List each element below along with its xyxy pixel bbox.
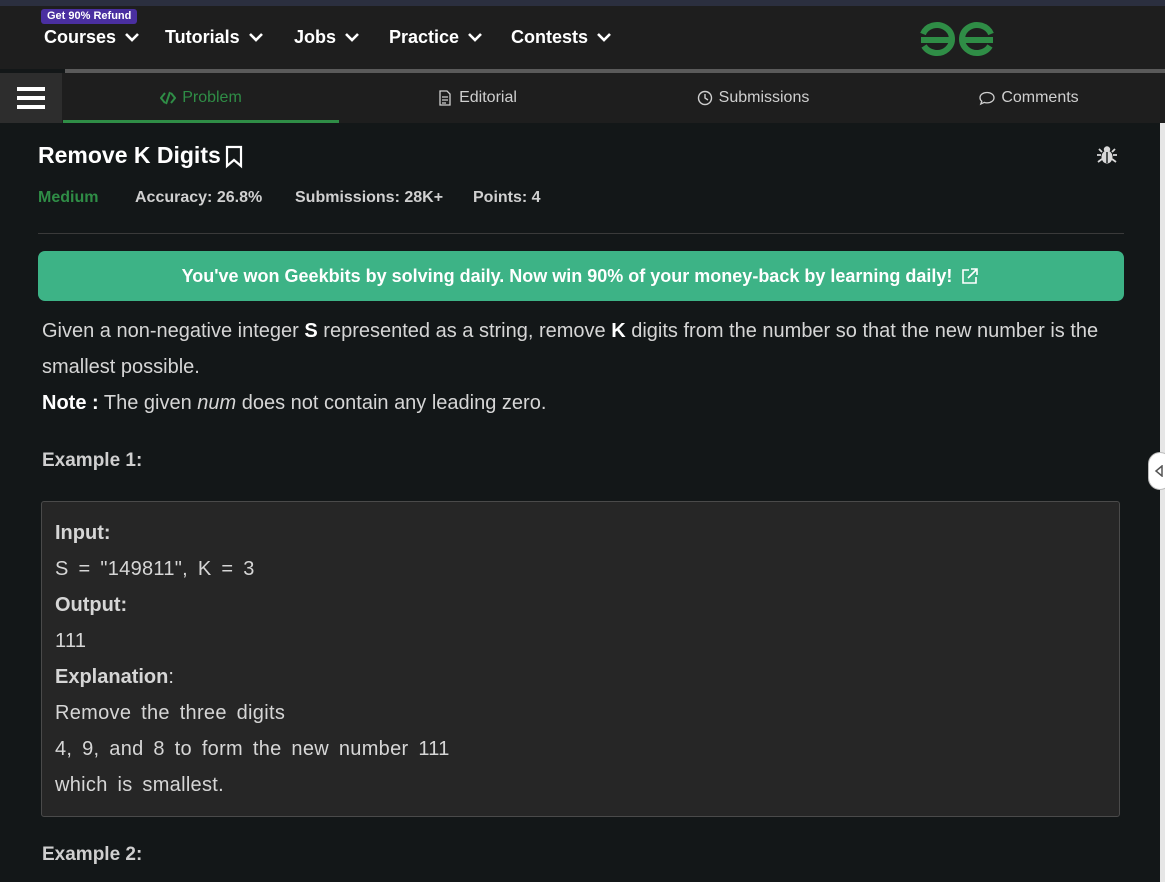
description-paragraph: Given a non-negative integer S represent… <box>42 313 1132 385</box>
tab-problem-label: Problem <box>182 89 242 106</box>
triangle-left-icon <box>1154 465 1163 477</box>
problem-tabs: Problem Editorial Submissions Comments <box>0 73 1165 123</box>
banner-text: You've won Geekbits by solving daily. No… <box>181 265 953 286</box>
chevron-down-icon <box>345 33 359 42</box>
example-explanation-label: Explanation <box>55 666 169 688</box>
nav-practice-label: Practice <box>389 26 460 47</box>
geekbits-banner[interactable]: You've won Geekbits by solving daily. No… <box>38 251 1124 301</box>
nav-contests-label: Contests <box>511 26 589 47</box>
note-text: The given <box>98 392 198 414</box>
collapse-panel-button[interactable] <box>1148 452 1165 490</box>
external-link-icon <box>962 268 979 284</box>
description-note: Note : The given num does not contain an… <box>42 385 1132 421</box>
nav-courses-label: Courses <box>44 26 117 47</box>
bug-icon[interactable] <box>1096 144 1118 166</box>
chevron-down-icon <box>468 33 482 42</box>
example-explanation-line: which is smallest. <box>55 774 224 796</box>
bookmark-icon[interactable] <box>223 143 245 169</box>
example-output-value: 111 <box>55 630 87 652</box>
accuracy-stat: Accuracy: 26.8% <box>135 189 263 206</box>
submissions-stat: Submissions: 28K+ <box>295 189 444 206</box>
document-icon <box>439 90 451 106</box>
example-explanation-heading: Explanation: <box>55 659 1106 695</box>
nav-courses[interactable]: Courses <box>44 24 140 50</box>
tab-submissions[interactable]: Submissions <box>615 73 891 123</box>
example-1-heading: Example 1: <box>42 450 143 471</box>
hamburger-menu-button[interactable] <box>0 73 62 123</box>
nav-practice[interactable]: Practice <box>389 24 483 50</box>
clock-icon <box>697 90 712 106</box>
refund-badge[interactable]: Get 90% Refund <box>41 9 138 24</box>
note-label: Note : <box>42 392 99 414</box>
example-input-label: Input: <box>55 522 111 544</box>
points-stat: Points: 4 <box>473 189 541 206</box>
note-em: num <box>197 392 237 414</box>
problem-title: Remove K Digits <box>38 142 221 168</box>
example-explanation-line: 4, 9, and 8 to form the new number 111 <box>55 738 450 760</box>
meta-divider <box>38 233 1124 234</box>
example-output-label: Output: <box>55 594 128 616</box>
nav-jobs-label: Jobs <box>294 26 337 47</box>
comment-icon <box>979 91 995 106</box>
code-icon <box>160 91 177 105</box>
problem-title-row: Remove K Digits <box>38 142 245 169</box>
right-panel-edge <box>1160 123 1165 882</box>
tab-submissions-label: Submissions <box>718 89 810 106</box>
example-2-heading: Example 2: <box>42 844 143 865</box>
gfg-logo[interactable] <box>917 16 997 60</box>
top-navbar: Get 90% Refund Courses Tutorials Jobs Pr… <box>0 6 1165 69</box>
tab-comments-label: Comments <box>1001 89 1079 106</box>
nav-tutorials[interactable]: Tutorials <box>165 24 264 50</box>
nav-jobs[interactable]: Jobs <box>294 24 360 50</box>
nav-contests[interactable]: Contests <box>511 24 612 50</box>
chevron-down-icon <box>597 33 611 42</box>
example-input-value: S = "149811", K = 3 <box>55 558 255 580</box>
chevron-down-icon <box>125 33 139 42</box>
tab-editorial[interactable]: Editorial <box>339 73 615 123</box>
note-text: does not contain any leading zero. <box>236 392 547 414</box>
explanation-colon: : <box>168 666 175 688</box>
desc-text: Given a non-negative integer <box>42 320 305 342</box>
desc-var-k: K <box>611 320 626 342</box>
hamburger-icon <box>17 87 45 109</box>
difficulty-badge: Medium <box>38 189 99 206</box>
problem-description: Given a non-negative integer S represent… <box>42 313 1132 421</box>
tab-problem[interactable]: Problem <box>63 73 339 123</box>
desc-var-s: S <box>304 320 318 342</box>
tab-comments[interactable]: Comments <box>891 73 1165 123</box>
desc-text: represented as a string, remove <box>317 320 612 342</box>
chevron-down-icon <box>248 33 263 42</box>
nav-tutorials-label: Tutorials <box>165 26 240 47</box>
tab-editorial-label: Editorial <box>459 89 517 106</box>
example-explanation-line: Remove the three digits <box>55 702 286 724</box>
example-1-box: Input: S = "149811", K = 3 Output: 111 E… <box>41 501 1120 817</box>
